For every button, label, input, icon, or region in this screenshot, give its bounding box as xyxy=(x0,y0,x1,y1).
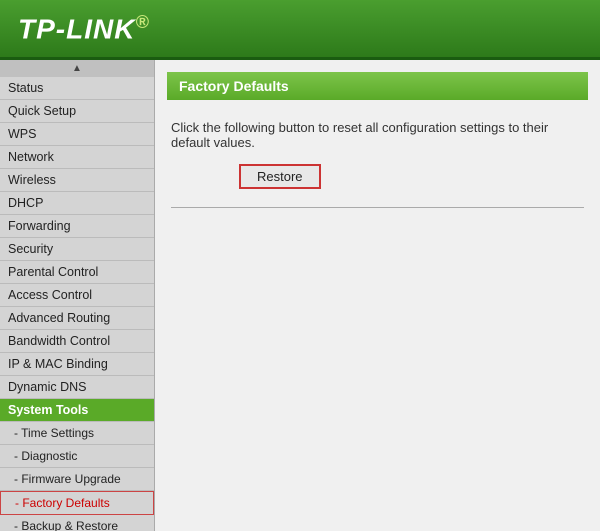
description-text: Click the following button to reset all … xyxy=(171,120,584,150)
sidebar-item-dhcp[interactable]: DHCP xyxy=(0,192,154,215)
logo-brand: TP-LINK xyxy=(18,13,135,44)
sidebar-item-ip-mac-binding[interactable]: IP & MAC Binding xyxy=(0,353,154,376)
sidebar-item-system-tools[interactable]: System Tools xyxy=(0,399,154,422)
sidebar-item-advanced-routing[interactable]: Advanced Routing xyxy=(0,307,154,330)
sidebar-item-quick-setup[interactable]: Quick Setup xyxy=(0,100,154,123)
sidebar-item-diagnostic[interactable]: - Diagnostic xyxy=(0,445,154,468)
sidebar-menu: StatusQuick SetupWPSNetworkWirelessDHCPF… xyxy=(0,77,154,531)
sidebar-item-factory-defaults[interactable]: - Factory Defaults xyxy=(0,491,154,515)
logo-dot: ® xyxy=(135,12,149,32)
content-body: Click the following button to reset all … xyxy=(155,100,600,228)
main-layout: ▲ StatusQuick SetupWPSNetworkWirelessDHC… xyxy=(0,60,600,531)
scroll-up-arrow[interactable]: ▲ xyxy=(0,60,154,77)
content-area: Factory Defaults Click the following but… xyxy=(155,60,600,531)
sidebar-item-time-settings[interactable]: - Time Settings xyxy=(0,422,154,445)
sidebar-item-backup-restore[interactable]: - Backup & Restore xyxy=(0,515,154,531)
header: TP-LINK® xyxy=(0,0,600,60)
sidebar-item-parental-control[interactable]: Parental Control xyxy=(0,261,154,284)
sidebar-item-firmware-upgrade[interactable]: - Firmware Upgrade xyxy=(0,468,154,491)
divider xyxy=(171,207,584,208)
sidebar-item-wireless[interactable]: Wireless xyxy=(0,169,154,192)
logo: TP-LINK® xyxy=(18,12,150,45)
sidebar-item-bandwidth-control[interactable]: Bandwidth Control xyxy=(0,330,154,353)
sidebar-item-security[interactable]: Security xyxy=(0,238,154,261)
sidebar-item-access-control[interactable]: Access Control xyxy=(0,284,154,307)
sidebar-item-network[interactable]: Network xyxy=(0,146,154,169)
sidebar: ▲ StatusQuick SetupWPSNetworkWirelessDHC… xyxy=(0,60,155,531)
sidebar-item-forwarding[interactable]: Forwarding xyxy=(0,215,154,238)
page-title: Factory Defaults xyxy=(167,72,588,100)
restore-button[interactable]: Restore xyxy=(239,164,321,189)
sidebar-item-wps[interactable]: WPS xyxy=(0,123,154,146)
sidebar-item-dynamic-dns[interactable]: Dynamic DNS xyxy=(0,376,154,399)
page-title-text: Factory Defaults xyxy=(179,78,289,94)
sidebar-item-status[interactable]: Status xyxy=(0,77,154,100)
button-row: Restore xyxy=(231,164,584,189)
